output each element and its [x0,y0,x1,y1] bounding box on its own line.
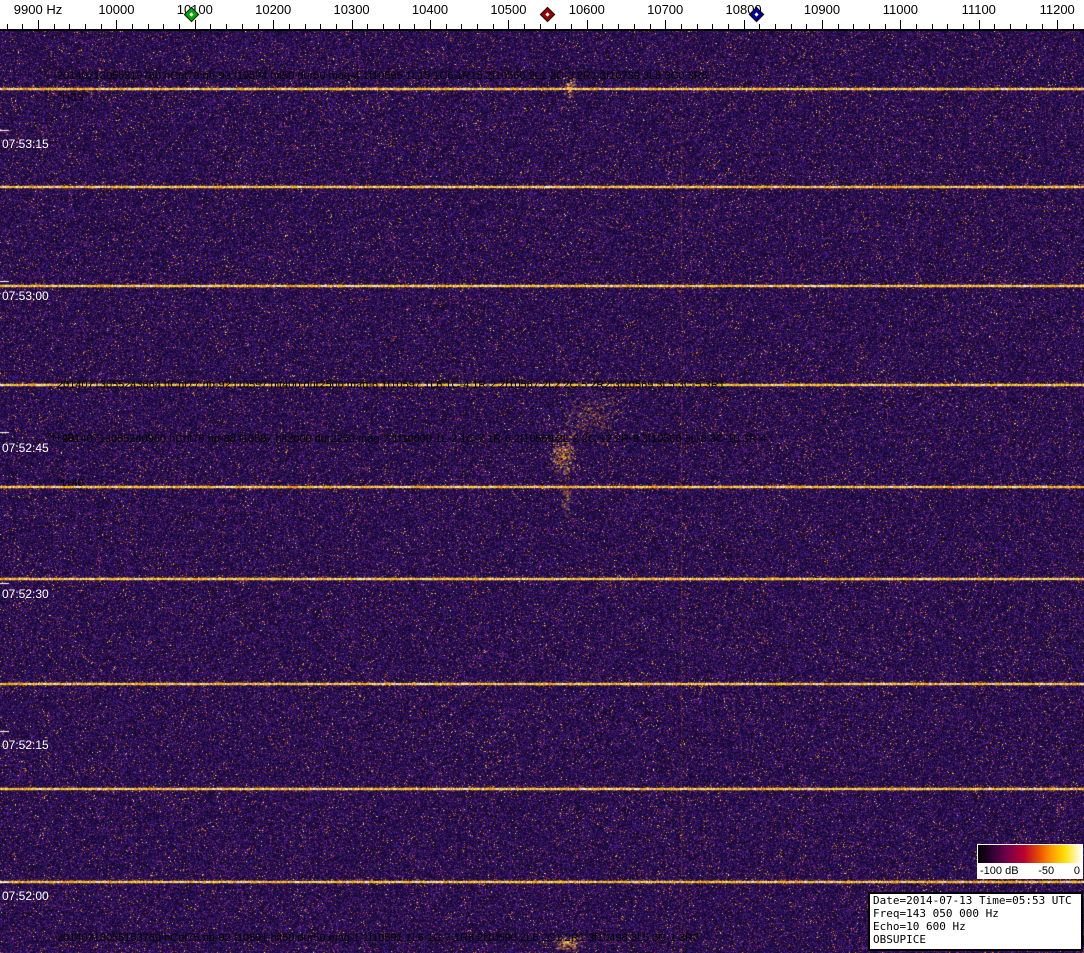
ruler-tick [853,24,854,29]
freq-label-9900: 9900 Hz [14,2,62,17]
freq-label-10400: 10400 [412,2,448,17]
ruler-tick [885,24,886,29]
freq-label-11000: 11000 [883,2,918,17]
ruler-tick [461,24,462,29]
ruler-tick [493,24,494,29]
ruler-tick [712,24,713,29]
freq-label-10600: 10600 [569,2,605,17]
ruler-tick [258,24,259,29]
legend-min-label: -100 dB [980,864,1019,879]
ruler-tick [602,24,603,29]
ruler-tick [7,24,8,29]
observation-info-box: Date=2014-07-13 Time=05:53 UTC Freq=143 … [868,892,1083,951]
info-frequency: Freq=143 050 000 Hz [873,907,1078,920]
ruler-tick [22,24,23,29]
ruler-tick [932,24,933,29]
ruler-tick [571,24,572,29]
ruler-tick [555,24,556,29]
ruler-tick [226,24,227,29]
ruler-tick [759,24,760,29]
ruler-tick [367,24,368,29]
ruler-tick [179,24,180,29]
marker-diamond-red-icon[interactable] [540,7,556,23]
ruler-tick [508,20,509,29]
ruler-tick [963,24,964,29]
ruler-tick [822,20,823,29]
ruler-tick [477,24,478,29]
ruler-tick [195,20,196,29]
ruler-tick [681,24,682,29]
ruler-tick [148,24,149,29]
ruler-tick [289,24,290,29]
ruler-tick [116,20,117,29]
ruler-tick [994,24,995,29]
ruler-tick [1042,24,1043,29]
ruler-tick [1057,20,1058,29]
ruler-tick [775,24,776,29]
freq-label-10300: 10300 [334,2,370,17]
ruler-tick [320,24,321,29]
ruler-tick [383,24,384,29]
meteor-spectrogram-window: 9900 Hz100001010010200103001040010500106… [0,0,1084,953]
ruler-tick [1073,24,1074,29]
ruler-tick [838,24,839,29]
ruler-tick [242,24,243,29]
ruler-tick [916,24,917,29]
ruler-tick [650,24,651,29]
freq-label-11100: 11100 [962,2,996,17]
ruler-tick [1026,24,1027,29]
freq-label-10900: 10900 [804,2,840,17]
freq-label-10200: 10200 [255,2,291,17]
ruler-tick [54,24,55,29]
ruler-tick [947,24,948,29]
ruler-tick [1010,24,1011,29]
ruler-tick [446,24,447,29]
ruler-tick [101,24,102,29]
freq-label-10500: 10500 [490,2,526,17]
freq-label-10000: 10000 [98,2,134,17]
color-scale-labels: -100 dB -50 0 [977,864,1083,879]
frequency-ruler: 9900 Hz100001010010200103001040010500106… [0,0,1084,31]
ruler-tick [163,24,164,29]
legend-max-label: 0 [1074,864,1080,879]
ruler-tick [524,24,525,29]
info-station-name: OBSUPICE [873,933,1078,946]
info-date-time: Date=2014-07-13 Time=05:53 UTC [873,894,1078,907]
ruler-tick [38,20,39,29]
marker-center-dot [755,12,759,16]
ruler-tick [634,24,635,29]
ruler-tick [618,24,619,29]
freq-label-11200: 11200 [1040,2,1075,17]
ruler-tick [744,20,745,29]
ruler-tick [728,24,729,29]
ruler-tick [305,24,306,29]
legend-mid-label: -50 [1038,864,1054,879]
ruler-tick [85,24,86,29]
ruler-tick [791,24,792,29]
ruler-tick [900,20,901,29]
ruler-tick [869,24,870,29]
ruler-tick [806,24,807,29]
ruler-tick [69,24,70,29]
ruler-tick [414,24,415,29]
ruler-tick [210,24,211,29]
ruler-tick [979,20,980,29]
ruler-tick [540,24,541,29]
ruler-tick [430,20,431,29]
ruler-tick [352,20,353,29]
color-scale-legend: -100 dB -50 0 [977,844,1083,879]
ruler-tick [587,20,588,29]
ruler-tick [665,20,666,29]
marker-center-dot [189,12,193,16]
ruler-tick [697,24,698,29]
marker-center-dot [545,12,549,16]
ruler-tick [336,24,337,29]
ruler-tick [399,24,400,29]
freq-label-10700: 10700 [647,2,683,17]
info-echo-frequency: Echo=10 600 Hz [873,920,1078,933]
ruler-tick [273,20,274,29]
ruler-tick [132,24,133,29]
color-gradient-bar [977,844,1083,864]
spectrogram-canvas [0,31,1084,953]
